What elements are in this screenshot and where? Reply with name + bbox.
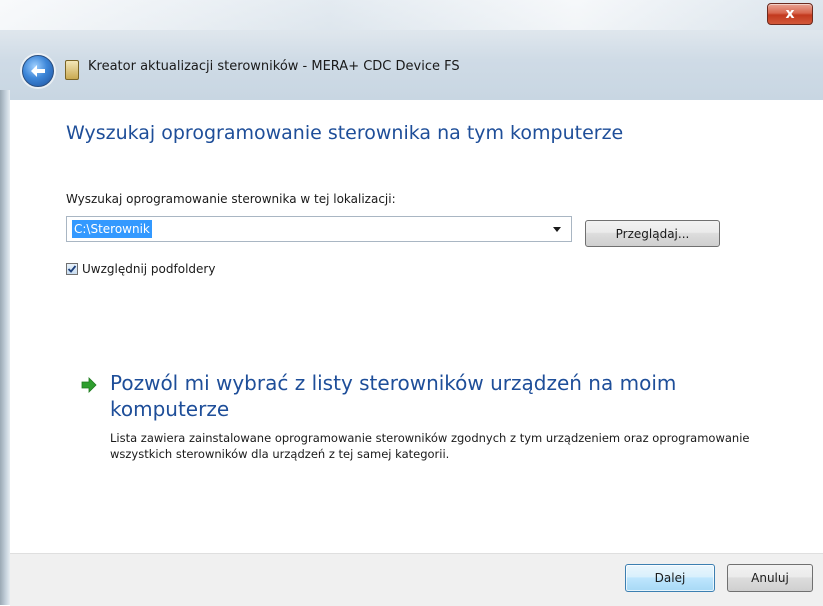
titlebar-glass [0,0,823,30]
browse-button[interactable]: Przeglądaj... [585,220,720,247]
include-subfolders-option[interactable]: Uwzględnij podfoldery [66,262,215,276]
window-frame [0,0,823,100]
page-title: Wyszukaj oprogramowanie sterownika na ty… [66,122,624,144]
include-subfolders-label: Uwzględnij podfoldery [82,262,216,276]
back-arrow-icon [31,65,45,77]
location-label: Wyszukaj oprogramowanie sterownika w tej… [66,192,396,206]
path-combobox[interactable]: C:\Sterownik [66,216,572,242]
path-input[interactable]: C:\Sterownik [72,220,152,238]
window-left-border [0,90,10,605]
wizard-content [10,100,823,550]
close-icon: x [785,6,795,22]
green-arrow-icon [81,377,97,393]
pick-from-list-link[interactable]: Pozwól mi wybrać z listy sterowników urz… [110,370,730,422]
back-button[interactable] [22,55,54,87]
include-subfolders-checkbox[interactable] [66,263,78,275]
cancel-button[interactable]: Anuluj [727,564,813,592]
checkmark-icon [67,265,77,273]
pick-from-list-description: Lista zawiera zainstalowane oprogramowan… [110,431,750,461]
chevron-down-icon[interactable] [553,227,561,232]
close-button[interactable]: x [767,3,813,25]
device-icon [65,60,79,80]
window-title: Kreator aktualizacji sterowników - MERA+… [88,59,460,74]
next-button[interactable]: Dalej [625,564,715,592]
